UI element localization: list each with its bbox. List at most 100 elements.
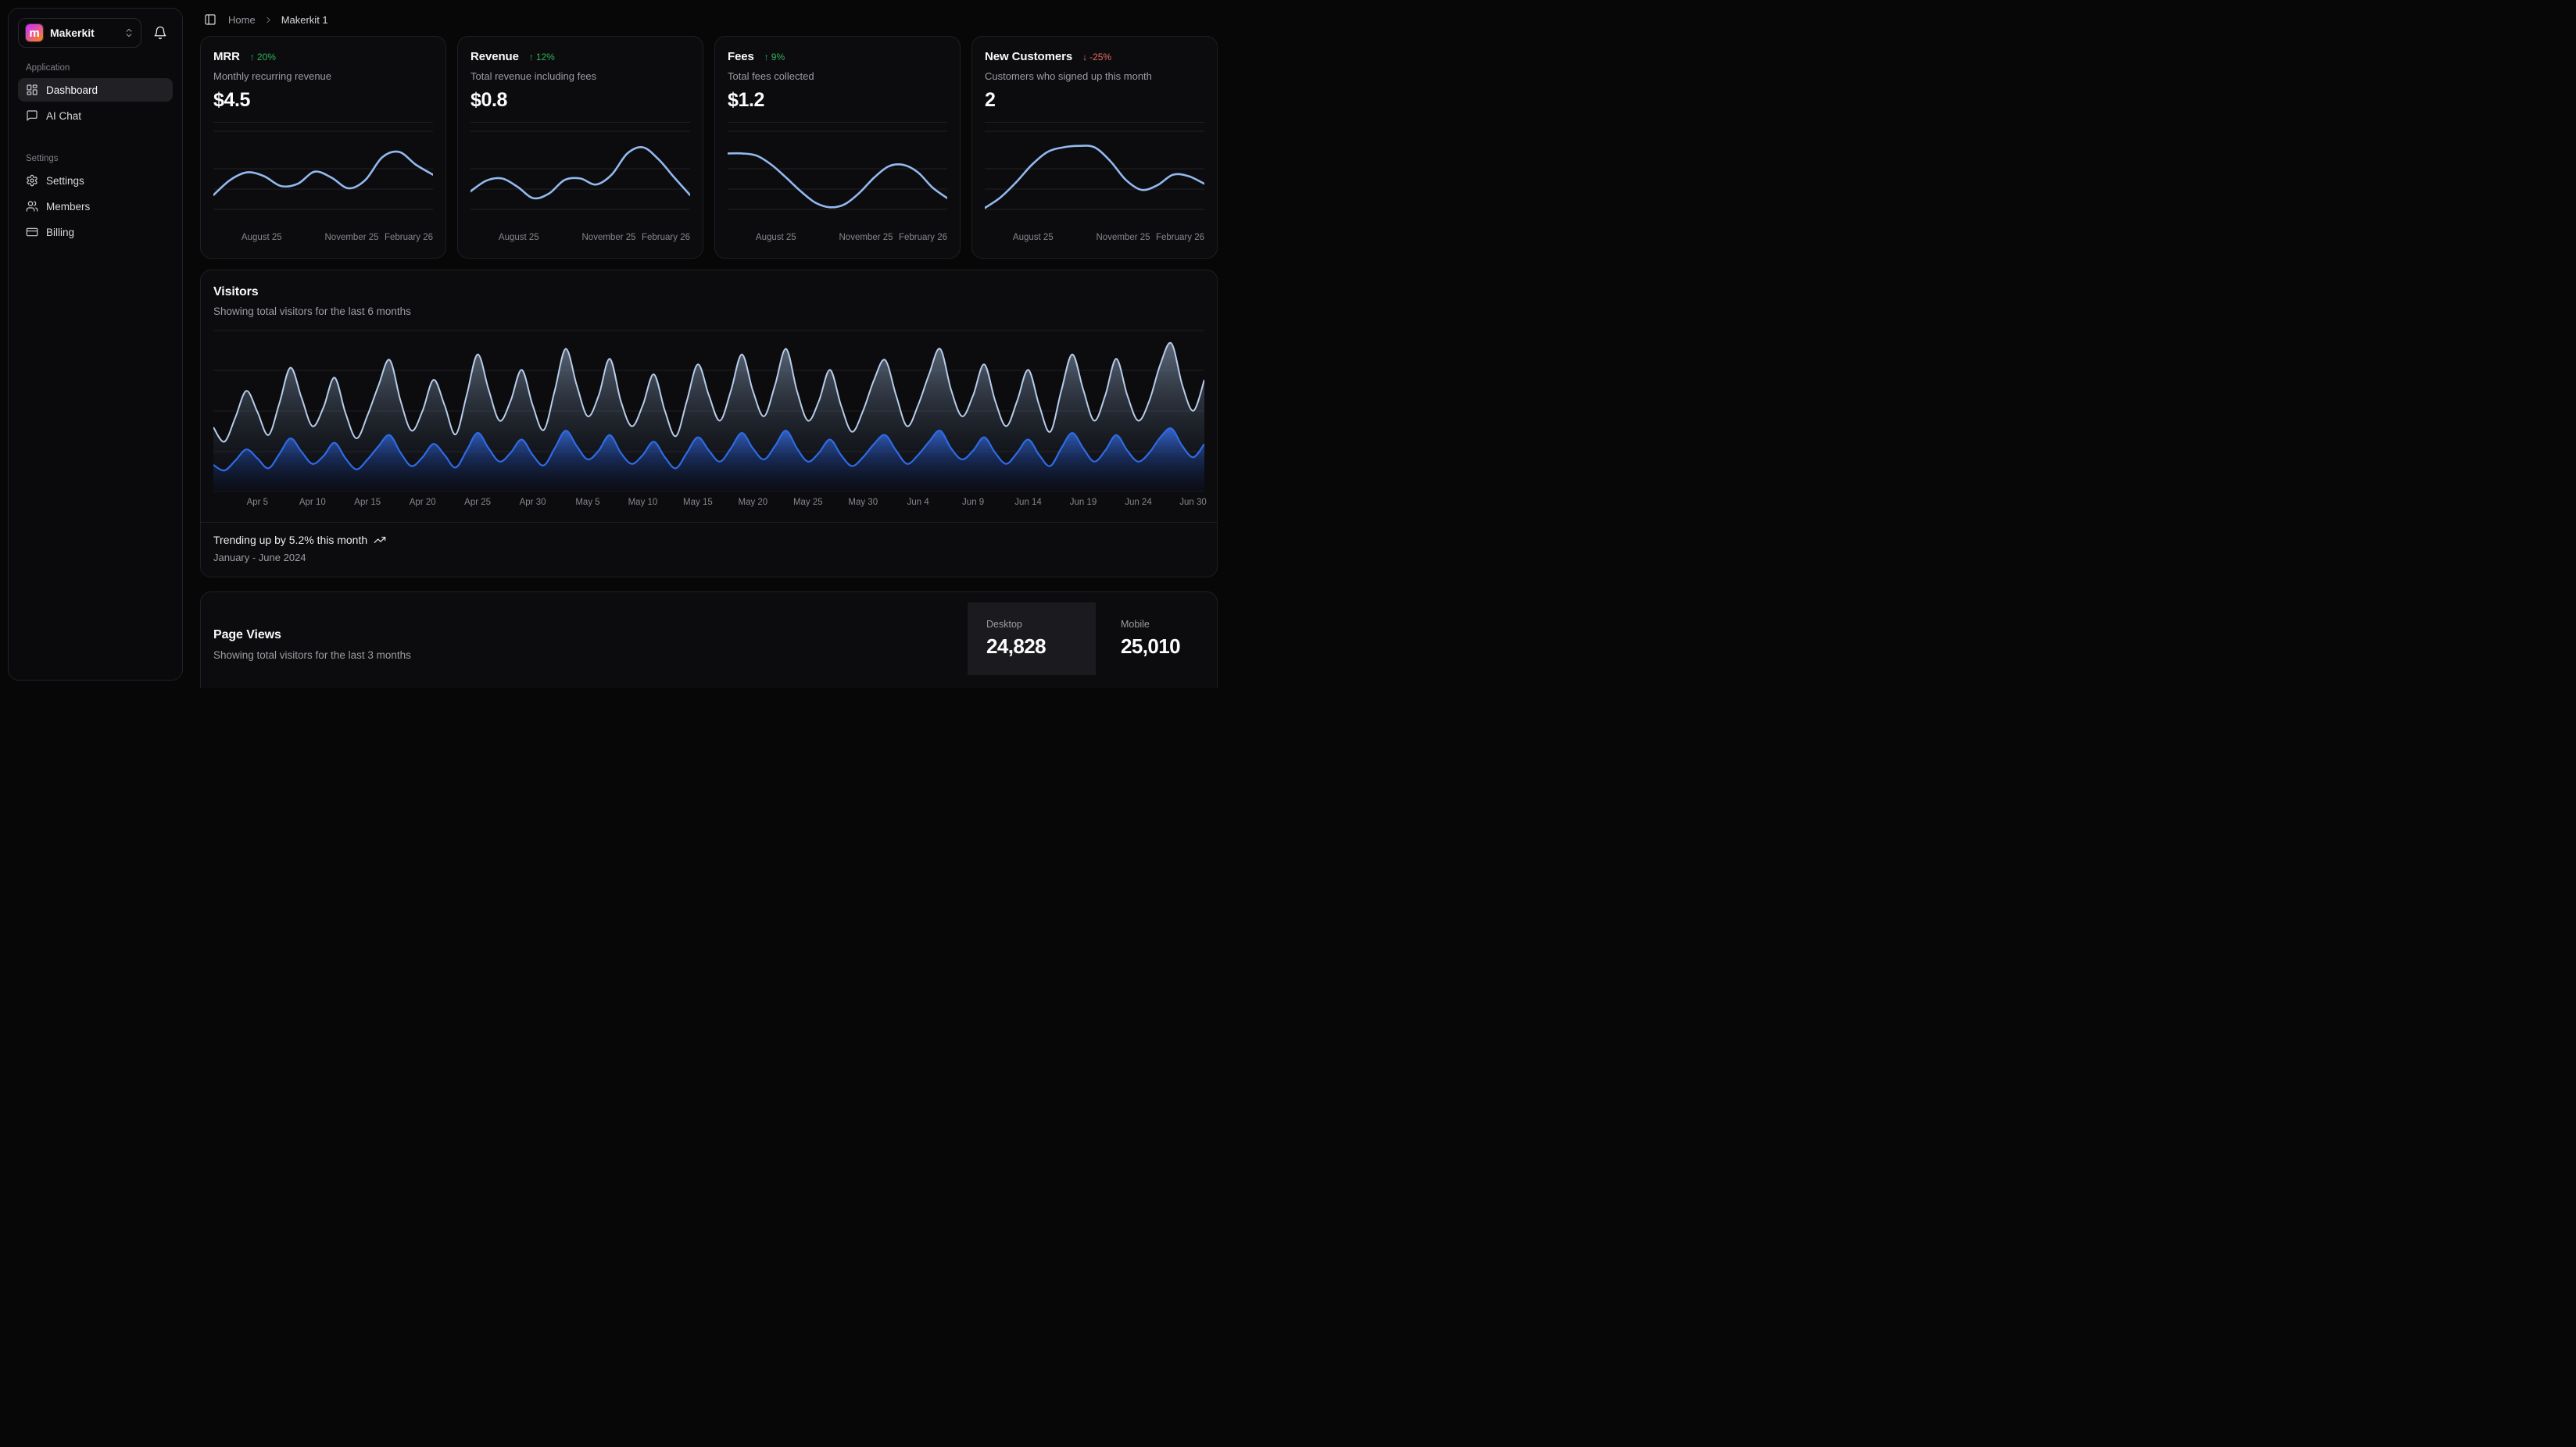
visitors-header: Visitors Showing total visitors for the … — [201, 270, 1217, 317]
sparkline-x-labels: August 25 November 25 February 26 — [985, 230, 1204, 246]
visitors-x-label: Jun 4 — [907, 498, 929, 507]
stats-grid: MRR ↑ 20% Monthly recurring revenue $4.5… — [200, 36, 1218, 259]
sparkline-x-label: August 25 — [756, 233, 796, 242]
users-icon — [26, 200, 38, 213]
breadcrumb-home[interactable]: Home — [228, 14, 256, 26]
sidebar-item-label: Billing — [46, 227, 74, 238]
chevrons-up-down-icon — [123, 27, 134, 38]
stat-trend-badge: ↑ 9% — [764, 52, 785, 63]
stat-card-header: New Customers ↓ -25% Customers who signe… — [972, 37, 1217, 112]
sidebar-item-ai-chat[interactable]: AI Chat — [18, 104, 173, 127]
visitors-title: Visitors — [213, 285, 1204, 299]
sidebar-nav: Application Dashboard AI Chat Settings S… — [18, 63, 173, 244]
trend-arrow-icon: ↑ — [529, 52, 534, 63]
page-views-header: Page Views Showing total visitors for th… — [201, 592, 968, 661]
page-views-tab-desktop[interactable]: Desktop 24,828 — [968, 602, 1096, 675]
visitors-x-label: Apr 20 — [410, 498, 436, 507]
stat-value: $0.8 — [470, 89, 690, 112]
stat-title: MRR — [213, 50, 240, 63]
sparkline-x-label: February 26 — [899, 233, 947, 242]
credit-card-icon — [26, 226, 38, 238]
stat-card-header: Fees ↑ 9% Total fees collected $1.2 — [715, 37, 960, 112]
stat-description: Customers who signed up this month — [985, 70, 1204, 82]
page-views-tab-mobile[interactable]: Mobile 25,010 — [1096, 602, 1217, 675]
dashboard-icon — [26, 84, 38, 96]
trend-value: 20% — [257, 52, 276, 63]
sparkline-x-label: August 25 — [1013, 233, 1054, 242]
sidebar-toggle-button[interactable] — [200, 9, 220, 30]
trend-arrow-icon: ↑ — [250, 52, 255, 63]
stat-sparkline: August 25 November 25 February 26 — [213, 122, 433, 246]
visitors-x-label: Jun 14 — [1014, 498, 1042, 507]
trending-up-icon — [374, 534, 386, 546]
team-logo: m — [25, 23, 44, 42]
page-views-subtitle: Showing total visitors for the last 3 mo… — [213, 649, 955, 661]
sidebar-header: m Makerkit — [18, 18, 173, 48]
page-views-title: Page Views — [213, 628, 955, 642]
visitors-trend-text: Trending up by 5.2% this month — [213, 534, 367, 546]
main-content: Home Makerkit 1 MRR ↑ 20% Monthly recurr… — [200, 0, 1218, 688]
sparkline-x-label: February 26 — [1156, 233, 1204, 242]
sparkline-chart — [213, 130, 433, 228]
visitors-chart — [213, 330, 1204, 492]
visitors-x-label: Jun 9 — [962, 498, 984, 507]
sparkline-x-labels: August 25 November 25 February 26 — [728, 230, 947, 246]
visitors-card: Visitors Showing total visitors for the … — [200, 270, 1218, 577]
stat-description: Total revenue including fees — [470, 70, 690, 82]
sparkline-x-label: November 25 — [839, 233, 893, 242]
breadcrumb-current: Makerkit 1 — [281, 14, 328, 26]
visitors-trend-line: Trending up by 5.2% this month — [213, 534, 1204, 546]
sparkline-x-label: August 25 — [499, 233, 539, 242]
team-selector[interactable]: m Makerkit — [18, 18, 141, 48]
stat-value: $1.2 — [728, 89, 947, 112]
page-views-tab-label: Mobile — [1121, 619, 1198, 630]
sidebar: m Makerkit Application Dashboard — [8, 8, 183, 681]
stat-trend-badge: ↓ -25% — [1082, 52, 1111, 63]
sparkline-x-labels: August 25November 25February 26 — [470, 230, 690, 246]
visitors-area-chart — [213, 330, 1204, 492]
breadcrumb: Home Makerkit 1 — [200, 0, 1218, 36]
stat-value: $4.5 — [213, 89, 433, 112]
visitors-footer: Trending up by 5.2% this month January -… — [201, 522, 1217, 577]
page-views-card: Page Views Showing total visitors for th… — [200, 591, 1218, 688]
page-views-tab-value: 24,828 — [986, 634, 1077, 659]
stat-sparkline: August 25November 25February 26 — [470, 122, 690, 246]
sparkline-chart — [985, 130, 1204, 228]
panel-left-icon — [204, 13, 216, 26]
visitors-x-label: Jun 30 — [1179, 498, 1207, 507]
sparkline-x-label: November 25 — [1096, 233, 1150, 242]
visitors-x-label: Jun 19 — [1070, 498, 1097, 507]
stat-title: Fees — [728, 50, 754, 63]
sidebar-item-label: Dashboard — [46, 84, 98, 96]
visitors-x-label: May 30 — [848, 498, 878, 507]
app-window: m Makerkit Application Dashboard — [0, 0, 1225, 688]
visitors-x-label: Apr 15 — [354, 498, 381, 507]
sparkline-x-label: August 25 — [242, 233, 282, 242]
sidebar-item-dashboard[interactable]: Dashboard — [18, 78, 173, 102]
sidebar-item-label: Settings — [46, 175, 84, 187]
sparkline-x-label: November 25 — [324, 233, 378, 242]
stat-sparkline: August 25 November 25 February 26 — [985, 122, 1204, 246]
sparkline-x-label: February 26 — [385, 233, 433, 242]
sparkline-x-label: February 26 — [642, 233, 690, 242]
sidebar-item-settings[interactable]: Settings — [18, 169, 173, 192]
stat-card: New Customers ↓ -25% Customers who signe… — [971, 36, 1218, 259]
stat-card: Revenue ↑ 12% Total revenue including fe… — [457, 36, 703, 259]
sidebar-item-members[interactable]: Members — [18, 195, 173, 218]
visitors-x-axis-labels: Apr 5Apr 10Apr 15Apr 20Apr 25Apr 30May 5… — [213, 496, 1204, 513]
team-name: Makerkit — [50, 27, 117, 39]
visitors-x-label: May 5 — [575, 498, 599, 507]
sparkline-x-labels: August 25 November 25 February 26 — [213, 230, 433, 246]
visitors-x-label: Apr 25 — [464, 498, 491, 507]
notifications-button[interactable] — [148, 20, 173, 45]
sparkline-chart — [470, 130, 690, 228]
stat-card: Fees ↑ 9% Total fees collected $1.2 Augu… — [714, 36, 961, 259]
stat-sparkline: August 25 November 25 February 26 — [728, 122, 947, 246]
trend-value: 12% — [536, 52, 555, 63]
visitors-x-label: Apr 10 — [299, 498, 326, 507]
trend-arrow-icon: ↓ — [1082, 52, 1087, 63]
chat-icon — [26, 109, 38, 122]
visitors-x-label: Apr 30 — [520, 498, 546, 507]
sidebar-item-billing[interactable]: Billing — [18, 220, 173, 244]
gear-icon — [26, 174, 38, 187]
